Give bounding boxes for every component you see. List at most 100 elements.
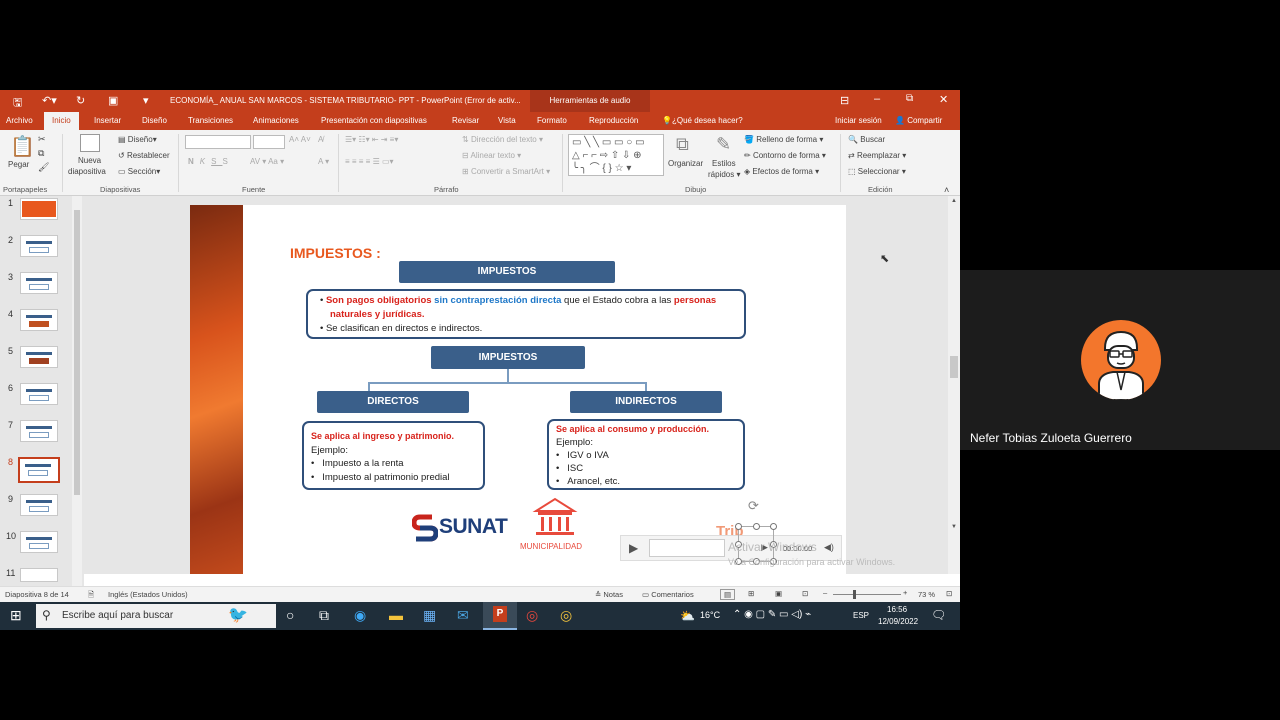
new-slide-label-2[interactable]: diapositiva [68, 167, 106, 176]
minimize-button[interactable]: – [874, 93, 880, 105]
tab-inicio[interactable]: Inicio [44, 112, 79, 130]
slide-thumbnail-5[interactable] [20, 346, 58, 368]
bullets-icon[interactable]: ☰▾ ☷▾ ⇤ ⇥ ≡▾ [345, 135, 398, 144]
vertical-scrollbar[interactable]: ▲ ▼ [948, 196, 960, 574]
select-button[interactable]: ⬚ Seleccionar ▾ [848, 167, 906, 176]
layout-button[interactable]: ▤ Diseño▾ [118, 135, 157, 144]
slideshow-view-icon[interactable]: ⊡ [802, 589, 808, 598]
arrange-button[interactable]: Organizar [668, 159, 703, 168]
shape-outline-button[interactable]: ✏ Contorno de forma ▾ [744, 151, 826, 160]
zoom-level[interactable]: 73 % [918, 590, 935, 599]
format-painter-icon[interactable]: 🖌 [38, 162, 49, 173]
undo-icon[interactable]: ↶▾ [42, 94, 57, 107]
spellcheck-icon[interactable]: 🗎 [88, 589, 94, 602]
fit-slide-icon[interactable]: ⊡ [946, 589, 952, 598]
section-button[interactable]: ▭ Sección▾ [118, 167, 160, 176]
notes-button[interactable]: ≙ Notas [595, 590, 623, 599]
find-button[interactable]: 🔍 Buscar [848, 135, 885, 144]
powerpoint-taskbar-button[interactable]: P [483, 602, 517, 630]
slide-thumbnail-2[interactable] [20, 235, 58, 257]
tab-presentacion[interactable]: Presentación con diapositivas [321, 116, 427, 125]
reading-view-icon[interactable]: ▣ [775, 589, 782, 598]
rotate-handle-icon[interactable]: ⟳ [748, 498, 759, 514]
present-icon[interactable]: ▣ [108, 94, 118, 107]
share-button[interactable]: 👤 Compartir [895, 116, 942, 125]
save-icon[interactable]: 🖫 [13, 94, 22, 113]
slide-thumbnail-8[interactable] [18, 457, 60, 483]
font-name-input[interactable] [185, 135, 251, 149]
tab-diseno[interactable]: Diseño [142, 116, 167, 125]
cortana-icon[interactable]: ○ [286, 607, 294, 623]
volume-icon[interactable]: ◀) [824, 542, 834, 553]
spacing-icon[interactable]: AV ▾ Aa ▾ [250, 157, 284, 166]
font-style-buttons[interactable]: NKSS [188, 157, 234, 166]
zoom-out-icon[interactable]: – [823, 588, 827, 597]
tab-insertar[interactable]: Insertar [94, 116, 121, 125]
zoom-slider-thumb[interactable] [853, 590, 856, 599]
grow-font-icon[interactable]: A˄ A˅ [289, 135, 311, 144]
align-text-button[interactable]: ⊟ Alinear texto ▾ [462, 151, 521, 160]
chrome-icon[interactable]: ◎ [526, 607, 538, 624]
quick-styles-label-2[interactable]: rápidos ▾ [708, 170, 741, 179]
cut-icon[interactable]: ✂ [38, 134, 46, 145]
slide-thumbnail-10[interactable] [20, 531, 58, 553]
language-code[interactable]: ESP [853, 611, 869, 620]
audio-progress-bar[interactable] [649, 539, 725, 557]
clear-format-icon[interactable]: A̸ [318, 135, 323, 144]
tab-archivo[interactable]: Archivo [6, 116, 33, 125]
tab-formato[interactable]: Formato [537, 116, 567, 125]
windows-start-icon[interactable]: ⊞ [10, 607, 22, 624]
close-button[interactable]: ✕ [939, 93, 948, 106]
store-icon[interactable]: ▦ [423, 607, 436, 624]
shape-effects-button[interactable]: ◈ Efectos de forma ▾ [744, 167, 819, 176]
play-icon[interactable]: ▶ [629, 541, 638, 555]
sorter-view-icon[interactable]: ⊞ [748, 589, 754, 598]
zoom-slider[interactable] [833, 594, 901, 595]
replace-button[interactable]: ⇄ Reemplazar ▾ [848, 151, 906, 160]
paste-icon[interactable]: 📋 [10, 134, 35, 159]
task-view-icon[interactable]: ⧉ [319, 607, 329, 624]
font-color-icon[interactable]: A ▾ [318, 157, 329, 166]
shapes-gallery[interactable]: ▭ ╲ ╲ ▭ ▭ ○ ▭ △ ⌐ ⌐ ⇨ ⇧ ⇩ ⊕ ╰ ╮ ⌒ { } ☆ ▾ [568, 134, 664, 176]
tab-vista[interactable]: Vista [498, 116, 516, 125]
scroll-down-icon[interactable]: ▼ [951, 524, 957, 530]
chrome-icon-2[interactable]: ◎ [560, 607, 572, 624]
ribbon-display-icon[interactable]: ⊟ [840, 94, 849, 107]
shape-fill-button[interactable]: 🪣 Relleno de forma ▾ [744, 135, 823, 144]
slide-thumbnail-11[interactable] [20, 568, 58, 582]
tell-me-search[interactable]: 💡¿Qué desea hacer? [662, 116, 743, 125]
new-slide-label-1[interactable]: Nueva [78, 156, 101, 165]
collapse-ribbon-icon[interactable]: ˄ [944, 185, 949, 195]
slide-thumbnail-6[interactable] [20, 383, 58, 405]
maximize-button[interactable]: ⧉ [906, 93, 913, 104]
file-explorer-icon[interactable]: ▬ [389, 607, 403, 623]
zoom-in-icon[interactable]: + [903, 588, 907, 597]
slide-thumbnail-7[interactable] [20, 420, 58, 442]
smartart-button[interactable]: ⊞ Convertir a SmartArt ▾ [462, 167, 550, 176]
reset-button[interactable]: ↺ Restablecer [118, 151, 170, 160]
redo-icon[interactable]: ↻ [76, 94, 85, 107]
scroll-thumb[interactable] [950, 356, 958, 378]
quick-styles-label-1[interactable]: Estilos [712, 159, 736, 168]
signin-link[interactable]: Iniciar sesión [835, 116, 882, 125]
edge-icon[interactable]: ◉ [354, 607, 366, 624]
slide-8[interactable]: IMPUESTOS : IMPUESTOS • Son pagos obliga… [190, 205, 846, 574]
tab-revisar[interactable]: Revisar [452, 116, 479, 125]
scroll-up-icon[interactable]: ▲ [951, 198, 957, 204]
comments-button[interactable]: ▭ Comentarios [642, 590, 694, 599]
text-direction-button[interactable]: ⇅ Dirección del texto ▾ [462, 135, 543, 144]
customize-icon[interactable]: ▾ [143, 94, 149, 107]
tab-transiciones[interactable]: Transiciones [188, 116, 233, 125]
paste-button[interactable]: Pegar [8, 160, 29, 169]
slide-thumbnail-9[interactable] [20, 494, 58, 516]
arrange-icon[interactable]: ⧉ [676, 134, 689, 155]
tab-reproduccion[interactable]: Reproducción [589, 116, 638, 125]
thumbnail-scrollbar[interactable] [72, 196, 82, 586]
notifications-icon[interactable]: 🗨 [931, 608, 946, 622]
language-indicator[interactable]: Inglés (Estados Unidos) [108, 590, 188, 599]
align-icons[interactable]: ≡ ≡ ≡ ≡ ☰ ▭▾ [345, 157, 394, 166]
tray-icons[interactable]: ⌃ ◉ ▢ ✎ ▭ ◁) ⌁ [733, 609, 811, 620]
slide-thumbnail-4[interactable] [20, 309, 58, 331]
quick-styles-icon[interactable]: ✎ [716, 134, 731, 155]
taskbar-search[interactable]: ⚲ Escribe aquí para buscar 🐦 [36, 604, 276, 628]
